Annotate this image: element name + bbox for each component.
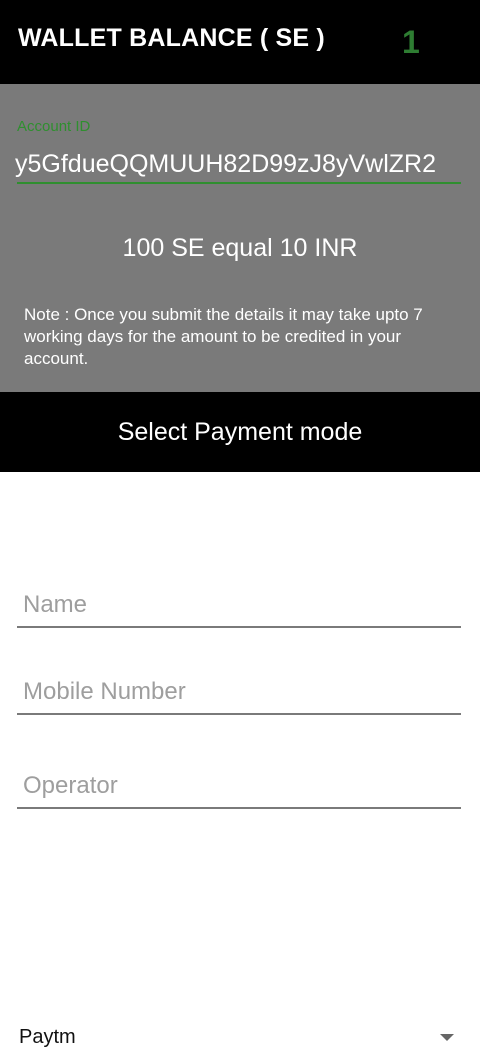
account-id-underline (17, 182, 461, 184)
wallet-balance-value: 1 (402, 24, 420, 60)
operator-input[interactable] (17, 765, 461, 809)
name-input[interactable] (17, 584, 461, 628)
conversion-rate-text: 100 SE equal 10 INR (122, 234, 358, 262)
wallet-balance-title: WALLET BALANCE ( SE ) (18, 24, 325, 52)
payment-mode-select[interactable]: Paytm (0, 506, 480, 1048)
payment-mode-selected: Paytm (19, 1026, 76, 1048)
account-id-label: Account ID (17, 118, 91, 135)
credit-note-text: Note : Once you submit the details it ma… (24, 305, 423, 368)
payment-mode-title: Select Payment mode (117, 418, 363, 446)
account-id-value[interactable]: y5GfdueQQMUUH82D99zJ8yVwlZR2 (15, 150, 436, 179)
mobile-number-input[interactable] (17, 671, 461, 715)
dropdown-triangle-icon (440, 1034, 454, 1041)
app-header: WALLET BALANCE ( SE ) 1 (0, 0, 480, 84)
